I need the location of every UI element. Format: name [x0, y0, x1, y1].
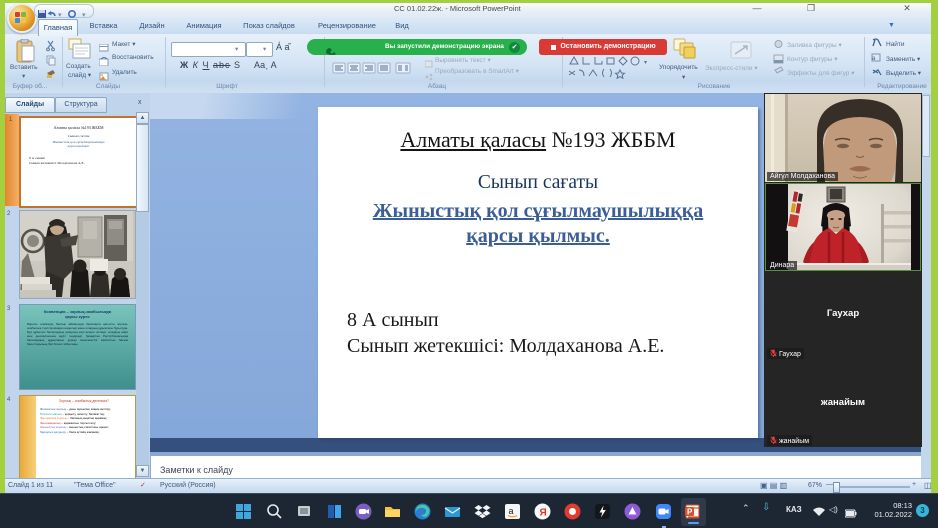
svg-text:a: a — [509, 506, 514, 516]
svg-text:▾: ▾ — [644, 60, 647, 66]
svg-text:▾: ▾ — [82, 12, 86, 19]
svg-text:Я: Я — [540, 508, 547, 519]
svg-text:▾: ▾ — [58, 12, 62, 19]
svg-text:P: P — [687, 508, 693, 517]
